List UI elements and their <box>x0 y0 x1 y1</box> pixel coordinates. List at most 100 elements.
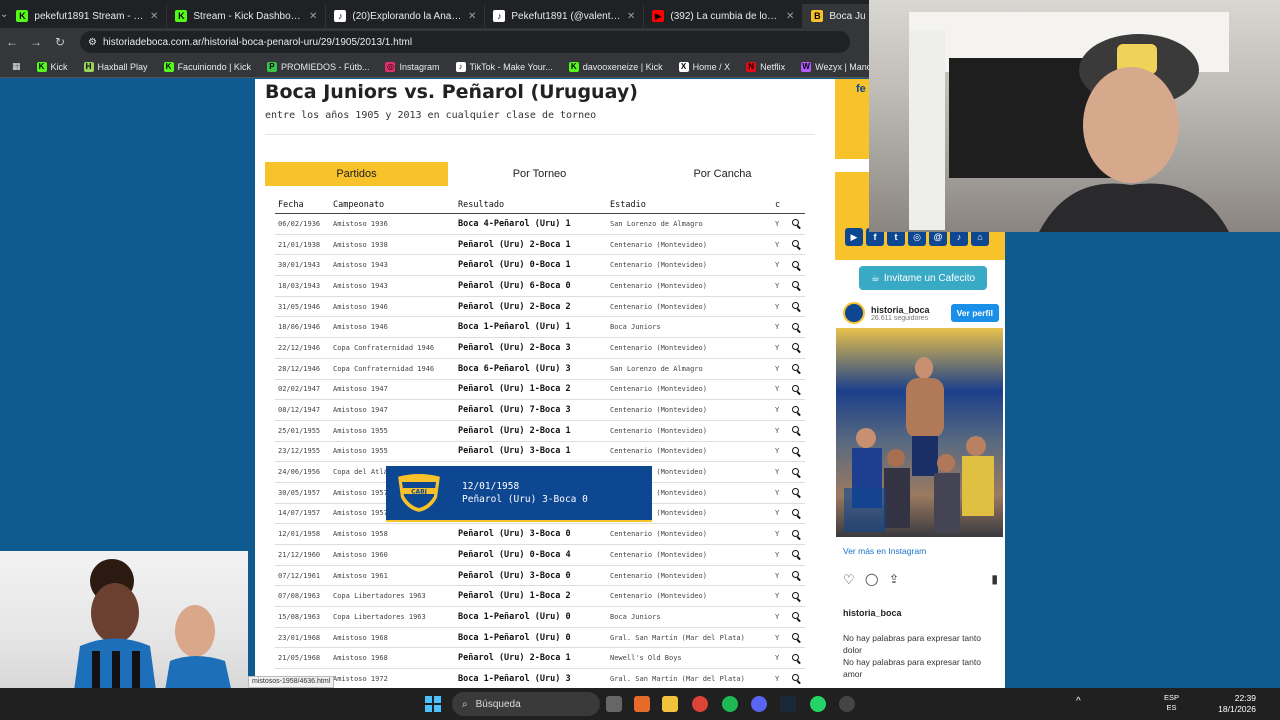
close-tab-icon[interactable]: ✕ <box>309 11 317 22</box>
close-tab-icon[interactable]: ✕ <box>468 11 476 22</box>
row-details-button[interactable] <box>787 653 805 663</box>
header-campeonato[interactable]: Campeonato <box>333 200 458 210</box>
tab-por-torneo[interactable]: Por Torneo <box>448 162 631 186</box>
bookmark-item[interactable]: Kdavooxeneize | Kick <box>563 61 669 72</box>
chrome-icon[interactable] <box>692 696 708 712</box>
row-details-button[interactable] <box>787 591 805 601</box>
table-row[interactable]: 15/08/1963 Copa Libertadores 1963 Boca 1-P… <box>275 607 805 628</box>
windows-start-icon[interactable] <box>425 696 441 712</box>
system-clock[interactable]: 22:39 18/1/2026 <box>1218 693 1256 715</box>
close-tab-icon[interactable]: ✕ <box>627 11 635 22</box>
table-row[interactable]: 23/12/1955 Amistoso 1955 Peñarol (Uru) 3-B… <box>275 442 805 463</box>
back-icon[interactable]: ← <box>0 35 24 49</box>
table-row[interactable]: 30/01/1943 Amistoso 1943 Peñarol (Uru) 0-B… <box>275 255 805 277</box>
bookmark-item[interactable]: H Haxball Play <box>78 61 154 72</box>
table-row[interactable]: 23/01/1968 Amistoso 1968 Boca 1-Peñarol (U… <box>275 628 805 649</box>
table-row[interactable]: 18/06/1946 Amistoso 1946 Boca 1-Peñarol (U… <box>275 317 805 339</box>
browser-tab[interactable]: ▶ (392) La cumbia de los Trapos - ✕ <box>644 4 804 28</box>
steam-icon[interactable] <box>780 696 796 712</box>
browser-tab[interactable]: K Stream - Kick Dashboard ✕ <box>167 4 327 28</box>
bookmark-item[interactable]: N Netflix <box>740 61 791 72</box>
tab-por-cancha[interactable]: Por Cancha <box>631 162 814 186</box>
table-row[interactable]: 25/01/1955 Amistoso 1955 Peñarol (Uru) 2-B… <box>275 421 805 442</box>
row-details-button[interactable] <box>787 529 805 539</box>
header-estadio[interactable]: Estadio <box>610 200 775 210</box>
row-details-button[interactable] <box>787 446 805 456</box>
browser-tab[interactable]: Kpekefut1891 Stream - Watch Li ✕ <box>8 4 168 28</box>
table-row[interactable]: 18/03/1943 Amistoso 1943 Peñarol (Uru) 6-B… <box>275 276 805 297</box>
bookmark-icon[interactable]: ▮ <box>991 572 998 586</box>
table-row[interactable]: 07/08/1963 Copa Libertadores 1963 Peñarol … <box>275 586 805 608</box>
table-row[interactable]: 22/12/1946 Copa Confraternidad 1946 Peñaro… <box>275 338 805 359</box>
taskbar-search[interactable]: ⌕ Búsqueda <box>452 692 600 716</box>
row-details-button[interactable] <box>787 364 805 373</box>
browser-tab[interactable]: ♪ (20)Explorando la Anatomía de ✕ <box>326 4 486 28</box>
browser-tab[interactable]: ♪ Pekefut1891 (@valentinopriorc ✕ <box>485 4 645 28</box>
table-row[interactable]: 02/02/1947 Amistoso 1947 Peñarol (Uru) 1-B… <box>275 380 805 401</box>
table-row[interactable]: 08/12/1947 Amistoso 1947 Peñarol (Uru) 7-B… <box>275 400 805 421</box>
comment-icon[interactable]: ◯ <box>865 572 878 586</box>
bookmark-item[interactable]: ◎ Instagram <box>379 61 445 72</box>
table-row[interactable]: 21/05/1968 Amistoso 1968 Peñarol (Uru) 2-B… <box>275 648 805 670</box>
row-details-button[interactable] <box>787 467 805 477</box>
row-details-button[interactable] <box>787 260 805 270</box>
table-row[interactable]: 21/12/1960 Amistoso 1960 Peñarol (Uru) 0-B… <box>275 545 805 566</box>
reload-icon[interactable]: ↻ <box>48 35 72 49</box>
task-view-icon[interactable] <box>606 696 622 712</box>
row-details-button[interactable] <box>787 240 805 249</box>
input-language[interactable]: ESP ES <box>1164 693 1179 713</box>
row-details-button[interactable] <box>787 550 805 559</box>
tray-chevron-icon[interactable]: ^ <box>1076 696 1088 712</box>
table-row[interactable]: 21/01/1938 Amistoso 1938 Peñarol (Uru) 2-B… <box>275 235 805 256</box>
site-info-icon[interactable]: ⚙ <box>88 37 97 48</box>
heart-icon[interactable]: ♡ <box>843 572 855 588</box>
address-bar[interactable]: ⚙ historiadeboca.com.ar/historial-boca-p… <box>80 31 850 53</box>
header-resultado[interactable]: Resultado <box>458 200 610 210</box>
table-row[interactable]: 12/01/1958 Amistoso 1958 Peñarol (Uru) 3-B… <box>275 524 805 545</box>
file-explorer-icon[interactable] <box>662 696 678 712</box>
ver-mas-link[interactable]: Ver más en Instagram <box>843 546 926 556</box>
ver-perfil-button[interactable]: Ver perfil <box>950 304 999 322</box>
tab-search-menu-icon[interactable]: ⌄ <box>0 0 8 28</box>
row-details-button[interactable] <box>787 302 805 311</box>
youtube-icon[interactable]: ▶ <box>845 228 863 246</box>
row-details-button[interactable] <box>787 488 805 497</box>
share-icon[interactable]: ⇪ <box>889 572 899 586</box>
spotify-icon[interactable] <box>722 696 738 712</box>
close-tab-icon[interactable]: ✕ <box>150 11 158 22</box>
forward-icon[interactable]: → <box>24 35 48 49</box>
ig-post-user[interactable]: historia_boca <box>843 608 902 618</box>
bookmark-item[interactable]: K Facuiniondo | Kick <box>158 61 257 72</box>
table-row[interactable]: 06/02/1936 Amistoso 1936 Boca 4-Peñarol (U… <box>275 214 805 235</box>
discord-icon[interactable] <box>751 696 767 712</box>
bookmark-item[interactable]: X Home / X <box>673 61 737 72</box>
header-fecha[interactable]: Fecha <box>275 200 333 210</box>
cafecito-button[interactable]: ☕ Invitame un Cafecito <box>859 266 987 290</box>
row-details-button[interactable] <box>787 322 805 332</box>
paint-icon[interactable] <box>634 696 650 712</box>
whatsapp-icon[interactable] <box>810 696 826 712</box>
tab-partidos[interactable]: Partidos <box>265 162 448 186</box>
row-details-button[interactable] <box>787 571 805 580</box>
row-details-button[interactable] <box>787 508 805 518</box>
table-row[interactable]: 07/12/1961 Amistoso 1961 Peñarol (Uru) 3-B… <box>275 566 805 587</box>
bookmark-item[interactable]: ♪ TikTok - Make Your... <box>450 61 559 72</box>
apps-icon[interactable]: ▦ <box>6 61 27 72</box>
row-details-button[interactable] <box>787 219 805 228</box>
row-details-button[interactable] <box>787 384 805 394</box>
ig-account-name[interactable]: historia_boca <box>871 305 930 315</box>
row-details-button[interactable] <box>787 405 805 415</box>
bookmark-item[interactable]: P PROMIEDOS - Fútb... <box>261 61 376 72</box>
row-details-button[interactable] <box>787 674 805 683</box>
row-details-button[interactable] <box>787 612 805 621</box>
obs-icon[interactable] <box>839 696 855 712</box>
table-row[interactable]: 23/01/1972Amistoso 1972Boca 1-Peñarol (U… <box>275 669 805 688</box>
row-details-button[interactable] <box>787 426 805 435</box>
row-details-button[interactable] <box>787 633 805 642</box>
table-row[interactable]: 28/12/1946 Copa Confraternidad 1946 Boca 6… <box>275 359 805 380</box>
close-tab-icon[interactable]: ✕ <box>786 11 794 22</box>
avatar[interactable] <box>843 302 865 324</box>
bookmark-item[interactable]: K Kick <box>31 61 74 72</box>
row-details-button[interactable] <box>787 281 805 290</box>
instagram-post-image[interactable] <box>836 328 1003 537</box>
